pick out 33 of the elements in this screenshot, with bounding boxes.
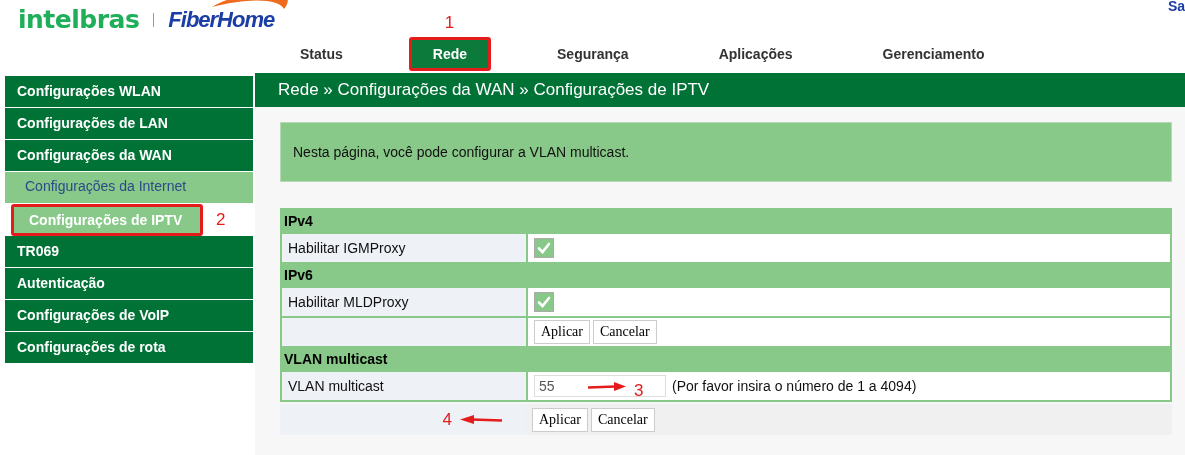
label-cell: Habilitar MLDProxy [281,287,527,317]
logo-divider [153,13,155,27]
arrow-icon [588,382,626,392]
checkbox[interactable] [534,238,554,258]
form-button[interactable]: Cancelar [591,407,655,432]
sidebar-subitem[interactable]: Configurações da Internet [5,172,253,204]
form-button[interactable]: Aplicar [534,320,590,344]
form-button[interactable]: Aplicar [532,407,588,432]
sidebar-item[interactable]: Autenticação [5,268,253,300]
label-cell: Habilitar IGMProxy [281,233,527,263]
sidebar-item[interactable]: Configurações da WAN [5,140,253,172]
checkbox[interactable] [534,292,554,312]
nav-tab[interactable]: Rede [408,37,492,71]
section-header: VLAN multicast [281,347,1171,371]
sidebar-item[interactable]: TR069 [5,236,253,268]
annotation-number: 4 [442,409,452,430]
partner-logo: FiberHome [168,7,275,32]
breadcrumb: Rede » Configurações da WAN » Configurações de IPTV [255,73,1185,107]
brand-logo: intelbras [18,5,140,35]
annotation-number: 2 [216,210,226,230]
hint-text: (Por favor insira o número de 1 a 4094) [672,378,917,394]
annotation-number: 1 [444,13,455,33]
info-text: Nesta página, você pode configurar a VLAN multicast. [293,144,630,160]
top-link[interactable]: Sa [1167,0,1185,14]
sidebar-item[interactable]: Configurações de LAN [5,108,253,140]
sidebar-item[interactable]: Configurações WLAN [5,76,253,108]
arrow-icon [460,414,502,425]
sidebar-item[interactable]: Configurações de rota [5,332,253,364]
section-header: IPv6 [281,263,1171,287]
form-button[interactable]: Cancelar [593,320,657,344]
section-header: IPv4 [281,209,1171,233]
label-cell: VLAN multicast [281,371,527,401]
sidebar-item[interactable]: Configurações de VoIP [5,300,253,332]
